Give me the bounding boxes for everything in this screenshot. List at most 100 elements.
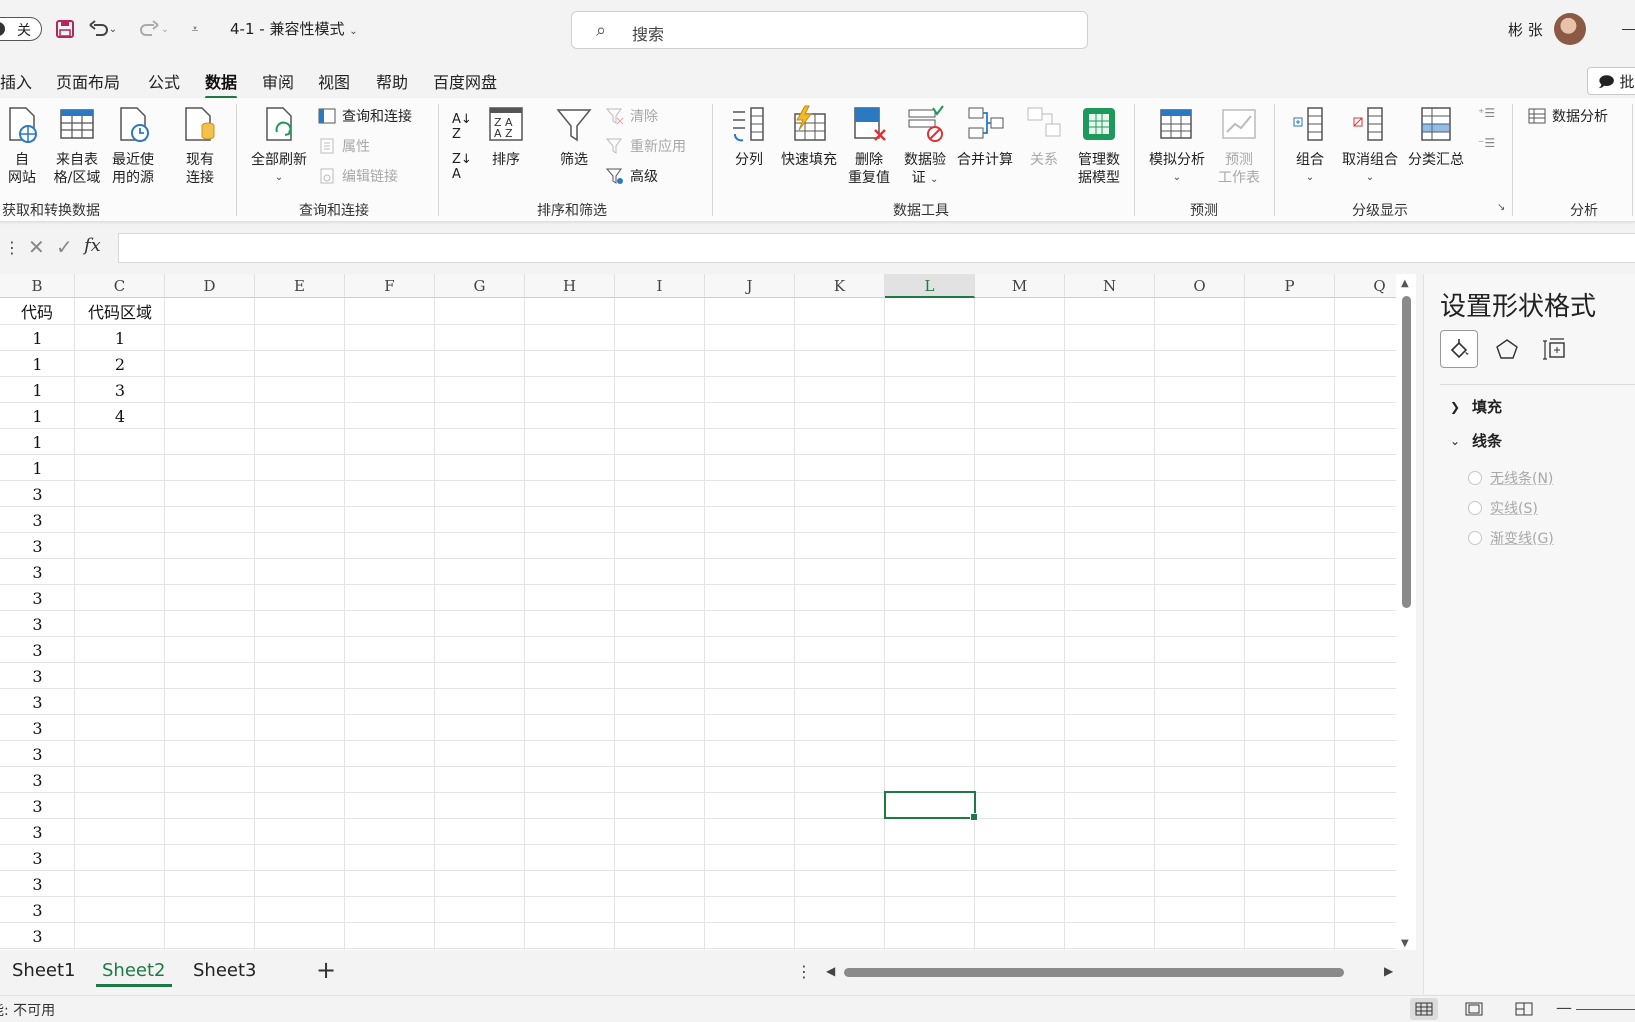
cell-b21[interactable]: 3 [0,820,75,846]
sheet-tab-sheet2[interactable]: Sheet2 [96,960,171,987]
column-header-n[interactable]: N [1065,274,1155,298]
recent-sources-button[interactable]: 最近使 用的源 [106,104,160,187]
column-header-g[interactable]: G [435,274,525,298]
fill-section-header[interactable]: ❯ 填充 [1450,396,1502,417]
cell-c1[interactable]: 代码区域 [75,300,165,326]
column-header-j[interactable]: J [705,274,795,298]
sort-descending-button[interactable]: Z↓ A [452,152,472,182]
insert-function-icon[interactable]: fx [84,235,101,256]
solid-line-option[interactable]: 实线(S) [1468,498,1538,518]
data-analysis-button[interactable]: 数据分析 [1528,106,1608,126]
tab-page-layout[interactable]: 页面布局 [56,69,120,93]
document-title[interactable]: 4-1 - 兼容性模式 ⌄ [230,18,358,39]
cell-c4[interactable]: 3 [75,378,165,404]
cell-b7[interactable]: 1 [0,456,75,482]
scroll-left-icon[interactable]: ◀ [826,964,835,978]
tab-review[interactable]: 审阅 [262,69,294,93]
data-validation-button[interactable]: 数据验 证 ⌄ [900,104,950,189]
user-name[interactable]: 彬 张 [1508,19,1543,40]
page-layout-view-button[interactable] [1460,998,1488,1020]
sort-ascending-button[interactable]: A↓ Z [452,112,472,142]
cell-b6[interactable]: 1 [0,430,75,456]
column-header-l[interactable]: L [885,274,975,298]
autosave-toggle[interactable]: 关 [0,17,42,41]
effects-tab[interactable] [1488,330,1526,368]
redo-dropdown-icon[interactable]: ⌄ [158,14,172,44]
hide-detail-icon[interactable]: ⁻☰ [1478,136,1495,150]
search-box[interactable]: ⌕ 搜索 [571,11,1088,49]
scroll-down-icon[interactable]: ▼ [1401,938,1409,949]
tab-help[interactable]: 帮助 [376,69,408,93]
column-header-h[interactable]: H [525,274,615,298]
relationships-button[interactable]: 关系 [1024,104,1064,169]
what-if-analysis-button[interactable]: 模拟分析 ⌄ [1146,104,1208,187]
tab-data[interactable]: 数据 [205,69,238,99]
radio-button[interactable] [1468,471,1482,485]
existing-connections-button[interactable]: 现有 连接 [176,104,224,187]
tab-baidu-netdisk[interactable]: 百度网盘 [433,69,497,93]
vertical-scrollbar[interactable]: ▲ ▼ [1396,274,1416,950]
cell-b2[interactable]: 1 [0,326,75,352]
tab-insert[interactable]: 插入 [0,69,32,93]
column-header-p[interactable]: P [1245,274,1335,298]
cell-b10[interactable]: 3 [0,534,75,560]
cell-b15[interactable]: 3 [0,664,75,690]
text-to-columns-button[interactable]: 分列 [726,104,772,169]
cell-b14[interactable]: 3 [0,638,75,664]
tab-formulas[interactable]: 公式 [148,69,180,93]
cell-b25[interactable]: 3 [0,924,75,950]
column-header-c[interactable]: C [75,274,165,298]
ungroup-button[interactable]: 取消组合 ⌄ [1338,104,1402,187]
manage-data-model-button[interactable]: 管理数 据模型 [1074,104,1124,187]
column-header-e[interactable]: E [255,274,345,298]
undo-dropdown-icon[interactable]: ⌄ [106,14,120,44]
cell-c3[interactable]: 2 [75,352,165,378]
column-header-o[interactable]: O [1155,274,1245,298]
tab-view[interactable]: 视图 [318,69,350,93]
avatar[interactable] [1554,13,1586,45]
cell-b23[interactable]: 3 [0,872,75,898]
cell-b18[interactable]: 3 [0,742,75,768]
queries-connections-button[interactable]: 查询和连接 [318,106,412,126]
column-header-i[interactable]: I [615,274,705,298]
cell-b11[interactable]: 3 [0,560,75,586]
column-header-m[interactable]: M [975,274,1065,298]
column-header-q[interactable]: Q [1335,274,1396,298]
column-header-f[interactable]: F [345,274,435,298]
cell-b24[interactable]: 3 [0,898,75,924]
cell-b17[interactable]: 3 [0,716,75,742]
normal-view-button[interactable] [1410,998,1438,1020]
show-detail-icon[interactable]: ⁺☰ [1478,106,1495,120]
minimize-icon[interactable] [1622,29,1635,30]
cell-b4[interactable]: 1 [0,378,75,404]
column-header-b[interactable]: B [0,274,75,298]
sheet-tab-sheet1[interactable]: Sheet1 [12,960,76,981]
fill-line-tab[interactable] [1440,330,1478,368]
flash-fill-button[interactable]: 快速填充 [778,104,840,169]
subtotal-button[interactable]: 分类汇总 [1404,104,1468,169]
cell-b13[interactable]: 3 [0,612,75,638]
zoom-slider[interactable] [1576,1009,1635,1010]
cell-b16[interactable]: 3 [0,690,75,716]
scroll-thumb[interactable] [844,968,1344,977]
forecast-sheet-button[interactable]: 预测 工作表 [1214,104,1264,187]
scroll-up-icon[interactable]: ▲ [1401,278,1409,289]
dialog-launcher-icon[interactable]: ↘ [1497,202,1505,213]
cell-b12[interactable]: 3 [0,586,75,612]
group-button[interactable]: 组合 ⌄ [1290,104,1330,187]
properties-button[interactable]: 属性 [318,136,370,156]
radio-button[interactable] [1468,501,1482,515]
no-line-option[interactable]: 无线条(N) [1468,468,1553,488]
scroll-thumb[interactable] [1402,296,1411,608]
cell-b3[interactable]: 1 [0,352,75,378]
horizontal-scrollbar[interactable]: ◀ ▶ [826,964,1396,979]
from-table-button[interactable]: 来自表 格/区域 [50,104,104,187]
zoom-out-icon[interactable]: — [1556,998,1572,1017]
cell-b20[interactable]: 3 [0,794,75,820]
accessibility-status[interactable]: 辅助功能: 不可用 [0,1000,55,1020]
page-break-view-button[interactable] [1510,998,1538,1020]
from-web-button[interactable]: 自 网站 [0,104,44,187]
column-header-k[interactable]: K [795,274,885,298]
save-icon[interactable] [50,14,80,44]
cancel-icon[interactable]: ✕ [28,235,45,259]
